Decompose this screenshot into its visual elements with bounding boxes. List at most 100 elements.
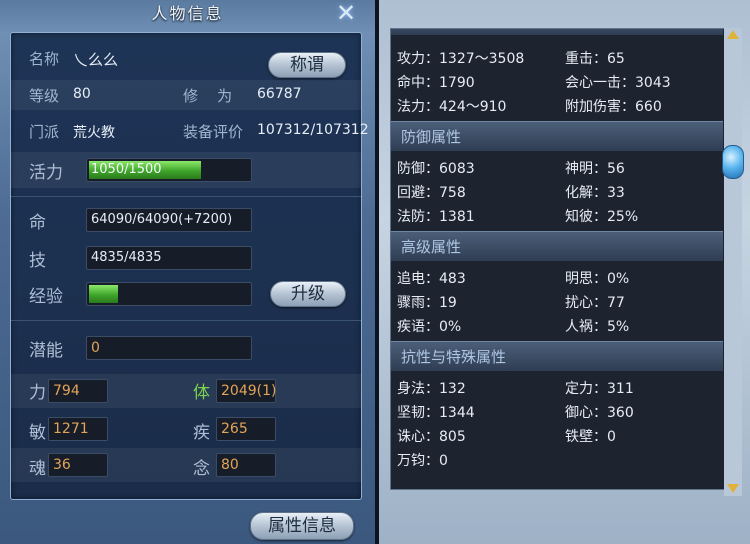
agi-label: 敏 <box>29 423 46 443</box>
stat-value: 132 <box>439 381 466 397</box>
stat-value: 0% <box>607 271 630 287</box>
stat-value: 56 <box>607 161 625 177</box>
cultivation-value: 66787 <box>257 86 302 102</box>
advanced-section-header: 高级属性 <box>391 231 723 261</box>
level-label: 等级 <box>29 87 60 105</box>
stat-label: 坚韧： <box>397 405 439 421</box>
sect-value: 荒火教 <box>73 125 115 141</box>
stat-label: 法力： <box>397 99 439 115</box>
stat-entry: 铁壁：0 <box>565 426 616 446</box>
stat-value: 65 <box>607 51 625 67</box>
stat-label: 神明： <box>565 161 607 177</box>
stat-value: 6083 <box>439 161 475 177</box>
stat-value: 0% <box>439 319 462 335</box>
stat-entry: 神明：56 <box>565 158 625 178</box>
stat-label: 定力： <box>565 381 607 397</box>
divider <box>11 320 361 321</box>
scrollbar[interactable] <box>724 28 742 496</box>
stat-label: 攻力： <box>397 51 439 67</box>
name-label: 名称 <box>29 50 60 68</box>
stat-value: 0 <box>607 429 616 445</box>
stat-value: 77 <box>607 295 625 311</box>
stat-value: 3043 <box>635 75 671 91</box>
stat-entry: 攻力：1327～3508 <box>397 48 524 68</box>
skill-value: 4835/4835 <box>86 246 252 270</box>
str-value: 794 <box>48 379 108 403</box>
stat-entry: 身法：132 <box>397 378 466 398</box>
stat-label: 骤雨： <box>397 295 439 311</box>
potential-value: 0 <box>86 336 252 360</box>
stat-entry: 扰心：77 <box>565 292 625 312</box>
stat-value: 758 <box>439 185 466 201</box>
stat-value: 424～910 <box>439 99 507 115</box>
character-info-panel: 人物信息 ✕ 名称 乀么么 称谓 等级 80 修 为 66787 门派 荒火教 … <box>0 0 375 544</box>
stat-label: 会心一击： <box>565 75 635 91</box>
str-label: 力 <box>29 383 46 403</box>
con-label: 体 <box>193 383 210 403</box>
stat-entry: 人祸：5% <box>565 316 629 336</box>
stat-value: 805 <box>439 429 466 445</box>
attribute-list[interactable]: 攻力：1327～3508 重击：65 命中：1790 会心一击：3043 法力：424～… <box>390 28 734 490</box>
close-icon[interactable]: ✕ <box>333 1 359 26</box>
stat-label: 铁壁： <box>565 429 607 445</box>
title-button[interactable]: 称谓 <box>268 52 346 78</box>
stat-value: 25% <box>607 209 639 225</box>
stat-entry: 骤雨：19 <box>397 292 457 312</box>
scroll-down-arrow-icon[interactable] <box>727 484 739 493</box>
stat-entry: 明思：0% <box>565 268 629 288</box>
stat-label: 御心： <box>565 405 607 421</box>
stat-label: 化解： <box>565 185 607 201</box>
soul-value: 36 <box>48 453 108 477</box>
stat-entry: 诛心：805 <box>397 426 466 446</box>
equip-score-value: 107312/107312 <box>257 122 369 138</box>
stat-label: 万钧： <box>397 453 439 469</box>
mind-label: 念 <box>193 459 210 479</box>
scrollbar-thumb[interactable] <box>722 145 744 179</box>
stat-value: 660 <box>635 99 662 115</box>
sect-row: 门派 荒火教 装备评价 107312/107312 <box>11 116 369 146</box>
exp-bar-fill <box>89 285 118 303</box>
resist-section-header: 抗性与特殊属性 <box>391 341 723 371</box>
agi-value: 1271 <box>48 417 108 441</box>
stat-label: 回避： <box>397 185 439 201</box>
attribute-detail-panel: 攻力：1327～3508 重击：65 命中：1790 会心一击：3043 法力：424～… <box>379 0 750 544</box>
stat-label: 法防： <box>397 209 439 225</box>
potential-label: 潜能 <box>29 341 63 361</box>
skill-label: 技 <box>29 251 46 271</box>
name-value: 乀么么 <box>73 51 119 69</box>
stat-entry: 知彼：25% <box>565 206 638 226</box>
vitality-label: 活力 <box>29 163 63 183</box>
cultivation-label: 修 为 <box>183 87 233 105</box>
stat-label: 知彼： <box>565 209 607 225</box>
stat-label: 身法： <box>397 381 439 397</box>
stat-entry: 法力：424～910 <box>397 96 506 116</box>
divider <box>11 196 361 197</box>
spd-label: 疾 <box>193 423 210 443</box>
stat-entry: 防御：6083 <box>397 158 475 178</box>
attack-section-header <box>391 29 723 35</box>
con-value: 2049(1) <box>216 379 276 403</box>
stat-value: 311 <box>607 381 634 397</box>
sect-label: 门派 <box>29 123 60 141</box>
hp-value: 64090/64090(+7200) <box>86 208 252 232</box>
stat-label: 重击： <box>565 51 607 67</box>
stat-value: 5% <box>607 319 630 335</box>
stat-entry: 化解：33 <box>565 182 625 202</box>
mind-value: 80 <box>216 453 276 477</box>
stat-value: 0 <box>439 453 448 469</box>
stat-entry: 回避：758 <box>397 182 466 202</box>
stat-value: 483 <box>439 271 466 287</box>
vitality-bar: 1050/1500 <box>86 158 252 182</box>
equip-score-label: 装备评价 <box>183 123 244 141</box>
stat-label: 防御： <box>397 161 439 177</box>
defense-section-header: 防御属性 <box>391 121 723 151</box>
stat-label: 附加伤害： <box>565 99 635 115</box>
stat-entry: 会心一击：3043 <box>565 72 671 92</box>
upgrade-button[interactable]: 升级 <box>270 281 346 307</box>
attribute-info-button[interactable]: 属性信息 <box>250 512 354 540</box>
stat-value: 1327～3508 <box>439 51 525 67</box>
scroll-up-arrow-icon[interactable] <box>727 30 739 39</box>
stat-value: 1790 <box>439 75 475 91</box>
stat-entry: 坚韧：1344 <box>397 402 475 422</box>
stat-entry: 追电：483 <box>397 268 466 288</box>
